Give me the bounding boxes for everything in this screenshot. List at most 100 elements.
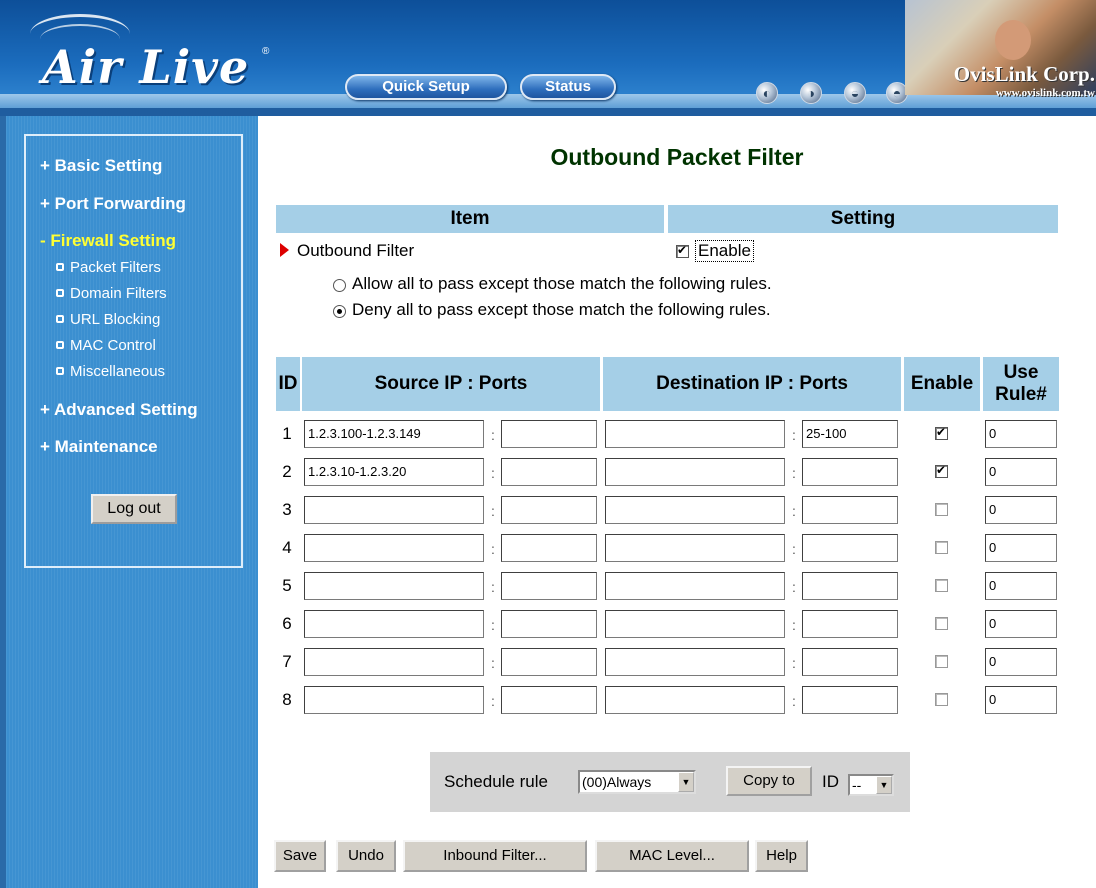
rules-header-destination: Destination IP : Ports xyxy=(603,357,901,411)
sidebar-item-firewall-setting[interactable]: - Firewall Setting xyxy=(40,231,176,251)
status-button[interactable]: Status xyxy=(520,74,616,100)
brand-block: OvisLink Corp. www.ovislink.com.tw xyxy=(925,62,1095,99)
inbound-filter-button[interactable]: Inbound Filter... xyxy=(403,840,587,872)
source-ip-input[interactable] xyxy=(304,572,484,600)
colon-separator: : xyxy=(491,427,495,443)
colon-separator: : xyxy=(491,617,495,633)
bullet-icon xyxy=(56,367,64,375)
sidebar-subitem-url-blocking[interactable]: URL Blocking xyxy=(56,311,160,328)
rule-enable-checkbox[interactable] xyxy=(935,655,948,668)
source-ip-input[interactable] xyxy=(304,534,484,562)
logout-button[interactable]: Log out xyxy=(91,494,177,524)
globe-icon[interactable]: ◒ xyxy=(844,82,866,104)
sidebar-subitem-packet-filters[interactable]: Packet Filters xyxy=(56,259,161,276)
rule-id: 3 xyxy=(282,500,292,519)
globe-icon[interactable]: ◐ xyxy=(756,82,778,104)
destination-port-input[interactable] xyxy=(802,686,898,714)
colon-separator: : xyxy=(491,541,495,557)
colon-separator: : xyxy=(792,427,796,443)
copy-id-select[interactable]: -- ▼ xyxy=(848,774,894,796)
source-port-input[interactable] xyxy=(501,686,597,714)
source-port-input[interactable] xyxy=(501,458,597,486)
copy-id-value: -- xyxy=(852,777,862,793)
sidebar-subitem-miscellaneous[interactable]: Miscellaneous xyxy=(56,363,165,380)
schedule-rule-label: Schedule rule xyxy=(444,772,548,791)
source-ip-input[interactable] xyxy=(304,686,484,714)
destination-port-input[interactable] xyxy=(802,496,898,524)
use-rule-input[interactable]: 0 xyxy=(985,534,1057,562)
destination-port-input[interactable] xyxy=(802,610,898,638)
source-ip-input[interactable]: 1.2.3.100-1.2.3.149 xyxy=(304,420,484,448)
destination-ip-input[interactable] xyxy=(605,496,785,524)
destination-ip-input[interactable] xyxy=(605,648,785,676)
destination-ip-input[interactable] xyxy=(605,572,785,600)
registered-mark: ® xyxy=(262,46,270,57)
quick-setup-button[interactable]: Quick Setup xyxy=(345,74,507,100)
undo-button[interactable]: Undo xyxy=(336,840,396,872)
outbound-enable-label[interactable]: Enable xyxy=(695,240,754,262)
use-rule-input[interactable]: 0 xyxy=(985,496,1057,524)
header-bottom xyxy=(0,108,1096,116)
sidebar-item-maintenance[interactable]: + Maintenance xyxy=(40,437,158,457)
source-ip-input[interactable]: 1.2.3.10-1.2.3.20 xyxy=(304,458,484,486)
save-button[interactable]: Save xyxy=(274,840,326,872)
destination-ip-input[interactable] xyxy=(605,420,785,448)
destination-ip-input[interactable] xyxy=(605,458,785,486)
rule-id: 1 xyxy=(282,424,292,443)
sidebar-item-advanced-setting[interactable]: + Advanced Setting xyxy=(40,400,198,420)
help-button[interactable]: Help xyxy=(755,840,808,872)
sidebar-subitem-mac-control[interactable]: MAC Control xyxy=(56,337,156,354)
mac-level-button[interactable]: MAC Level... xyxy=(595,840,749,872)
outbound-enable-checkbox[interactable] xyxy=(676,243,689,258)
chevron-down-icon: ▼ xyxy=(678,772,694,792)
source-ip-input[interactable] xyxy=(304,496,484,524)
colon-separator: : xyxy=(491,503,495,519)
sidebar-subitem-label: Packet Filters xyxy=(70,259,161,276)
rule-enable-checkbox[interactable] xyxy=(935,579,948,592)
use-rule-input[interactable]: 0 xyxy=(985,648,1057,676)
use-rule-input[interactable]: 0 xyxy=(985,420,1057,448)
destination-ip-input[interactable] xyxy=(605,686,785,714)
rule-enable-checkbox[interactable] xyxy=(935,617,948,630)
rule-enable-checkbox[interactable] xyxy=(935,693,948,706)
allow-all-label: Allow all to pass except those match the… xyxy=(352,274,772,293)
outbound-filter-label: Outbound Filter xyxy=(297,241,415,260)
source-port-input[interactable] xyxy=(501,534,597,562)
bullet-icon xyxy=(56,289,64,297)
allow-all-radio[interactable] xyxy=(333,279,346,292)
rule-enable-checkbox[interactable] xyxy=(935,463,948,478)
destination-port-input[interactable] xyxy=(802,458,898,486)
use-rule-input[interactable]: 0 xyxy=(985,686,1057,714)
use-rule-input[interactable]: 0 xyxy=(985,572,1057,600)
rule-id: 4 xyxy=(282,538,292,557)
sidebar-item-port-forwarding[interactable]: + Port Forwarding xyxy=(40,194,186,214)
source-port-input[interactable] xyxy=(501,572,597,600)
source-port-input[interactable] xyxy=(501,496,597,524)
source-port-input[interactable] xyxy=(501,610,597,638)
deny-all-radio[interactable] xyxy=(333,305,346,318)
sidebar-subitem-domain-filters[interactable]: Domain Filters xyxy=(56,285,167,302)
destination-port-input[interactable] xyxy=(802,534,898,562)
source-port-input[interactable] xyxy=(501,648,597,676)
source-port-input[interactable] xyxy=(501,420,597,448)
destination-port-input[interactable] xyxy=(802,648,898,676)
colon-separator: : xyxy=(792,579,796,595)
source-ip-input[interactable] xyxy=(304,610,484,638)
schedule-rule-select[interactable]: (00)Always ▼ xyxy=(578,770,696,794)
destination-ip-input[interactable] xyxy=(605,534,785,562)
destination-ip-input[interactable] xyxy=(605,610,785,638)
airlive-logo: Air Live xyxy=(42,40,250,94)
schedule-rule-value: (00)Always xyxy=(582,774,652,790)
copy-to-button[interactable]: Copy to xyxy=(726,766,812,796)
sidebar-item-basic-setting[interactable]: + Basic Setting xyxy=(40,156,162,176)
rule-enable-checkbox[interactable] xyxy=(935,425,948,440)
source-ip-input[interactable] xyxy=(304,648,484,676)
colon-separator: : xyxy=(491,465,495,481)
rule-enable-checkbox[interactable] xyxy=(935,541,948,554)
use-rule-input[interactable]: 0 xyxy=(985,458,1057,486)
globe-icon[interactable]: ◑ xyxy=(800,82,822,104)
use-rule-input[interactable]: 0 xyxy=(985,610,1057,638)
destination-port-input[interactable] xyxy=(802,572,898,600)
rule-enable-checkbox[interactable] xyxy=(935,503,948,516)
destination-port-input[interactable]: 25-100 xyxy=(802,420,898,448)
